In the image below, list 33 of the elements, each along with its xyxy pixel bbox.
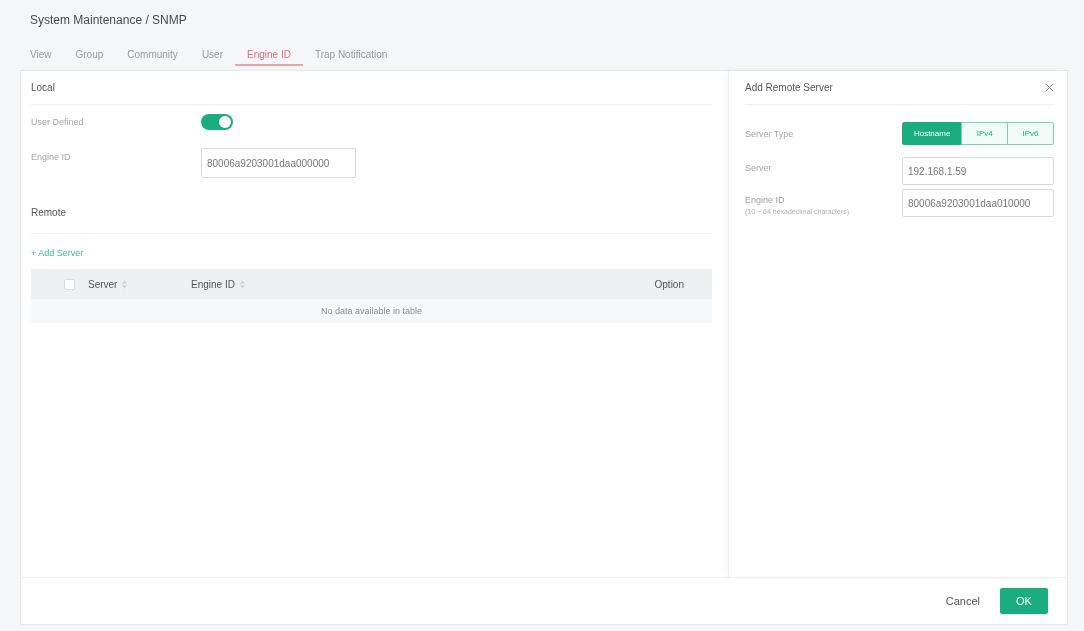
field-label: Server Type: [745, 128, 794, 139]
empty-table-message: No data available in table: [320, 306, 423, 316]
tab[interactable]: Community: [115, 44, 190, 66]
column-header: Option: [654, 278, 684, 290]
section-heading: Remote: [31, 193, 712, 234]
field-label: Engine ID: [31, 151, 72, 162]
section-heading: Local: [31, 71, 712, 105]
panel-title: Add Remote Server: [745, 82, 833, 93]
select-all-checkbox[interactable]: [64, 278, 75, 290]
sort-icon[interactable]: [122, 279, 128, 289]
server-type-option[interactable]: IPv4: [961, 122, 1009, 145]
tab[interactable]: Trap Notification: [302, 44, 400, 66]
tab[interactable]: User: [189, 44, 235, 66]
cancel-button[interactable]: Cancel: [937, 591, 988, 611]
add-server-link[interactable]: + Add Server: [31, 248, 84, 258]
server-type-option[interactable]: IPv6: [1007, 122, 1054, 145]
tab[interactable]: Engine ID: [235, 44, 303, 66]
toggle-switch[interactable]: [201, 114, 233, 130]
field-label: Server: [745, 163, 772, 173]
column-header[interactable]: Engine ID: [191, 278, 235, 290]
field-label: Engine ID: [745, 195, 785, 205]
tab[interactable]: Group: [63, 44, 116, 66]
server-type-option[interactable]: Hostname: [902, 122, 963, 145]
breadcrumb: System Maintenance / SNMP: [30, 12, 187, 28]
text-input[interactable]: 80006a9203001daa010000: [902, 189, 1054, 217]
sort-icon[interactable]: [239, 279, 245, 289]
close-icon[interactable]: [1045, 83, 1054, 92]
engine-id-input[interactable]: 80006a9203001daa000000: [201, 148, 356, 178]
tab[interactable]: View: [18, 44, 64, 66]
text-input[interactable]: 192.168.1.59: [902, 157, 1054, 185]
ok-button[interactable]: OK: [1000, 588, 1048, 614]
column-header[interactable]: Server: [88, 278, 118, 290]
field-label: User Defined: [31, 117, 85, 127]
